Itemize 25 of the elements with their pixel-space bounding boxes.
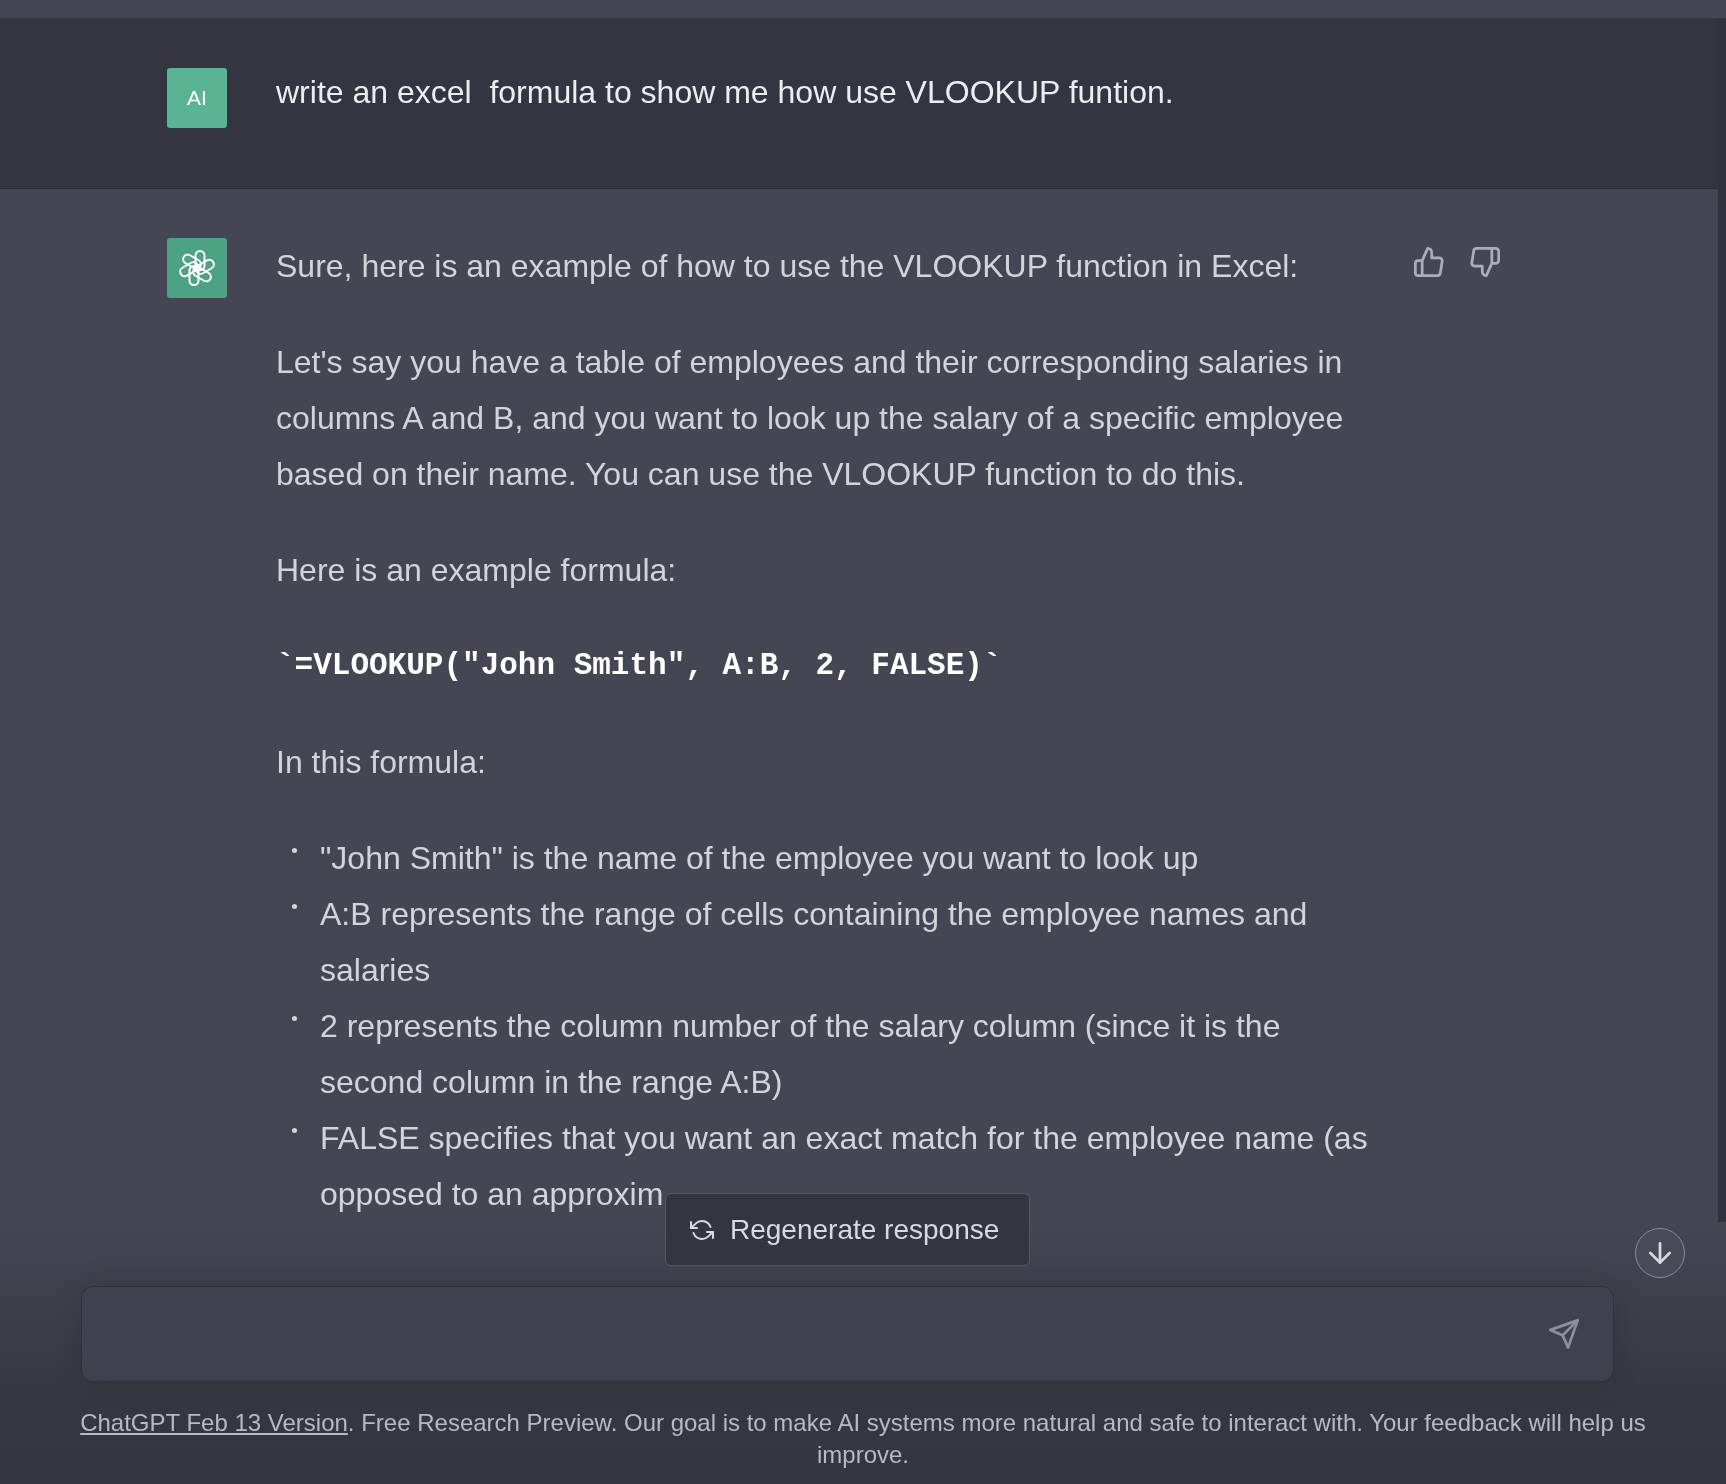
bullet-icon — [292, 1016, 297, 1021]
knot-logo-icon — [167, 238, 227, 298]
scroll-down-button[interactable] — [1635, 1228, 1685, 1278]
response-paragraph: In this formula: — [276, 743, 487, 782]
regenerate-button[interactable]: Regenerate response — [665, 1193, 1030, 1266]
user-message-text: write an excel formula to show me how use VLOOKUP funtion. — [276, 73, 1174, 112]
list-item-text: 2 represents the column number of the salary column (since it is the second column in the range A:B) — [320, 1007, 1282, 1102]
arrow-down-icon — [1649, 1242, 1671, 1264]
bullet-icon — [292, 848, 297, 853]
bullet-icon — [292, 904, 297, 909]
formula-code: `=VLOOKUP("John Smith", A:B, 2, FALSE)` — [276, 647, 1003, 685]
thumbs-up-icon[interactable] — [1414, 247, 1444, 277]
list-item-text: A:B represents the range of cells containing the employee names and salaries — [320, 895, 1309, 990]
thumbs-down-icon[interactable] — [1470, 247, 1500, 277]
refresh-icon — [690, 1217, 714, 1242]
response-paragraph: Let's say you have a table of employees and their corresponding salaries in columns A and B, and you want to look up the salary of a specific employee based on their name. You can use the VLOOKUP function to do this. — [276, 343, 1345, 494]
footer-disclaimer: ChatGPT Feb 13 Version. Free Research Preview. Our goal is to make AI systems more natural and safe to interact with. Your feedback will help us improve. — [79, 1408, 1647, 1470]
bullet-icon — [292, 1128, 297, 1133]
response-paragraph: Sure, here is an example of how to use the VLOOKUP function in Excel: — [276, 247, 1300, 286]
message-input-field[interactable] — [81, 1286, 1614, 1382]
send-icon[interactable] — [1549, 1319, 1579, 1349]
user-avatar: AI — [167, 68, 227, 128]
response-paragraph: Here is an example formula: — [276, 551, 678, 590]
list-item-text: "John Smith" is the name of the employee you want to look up — [320, 839, 1200, 878]
version-link[interactable]: ChatGPT Feb 13 Version — [80, 1409, 348, 1436]
